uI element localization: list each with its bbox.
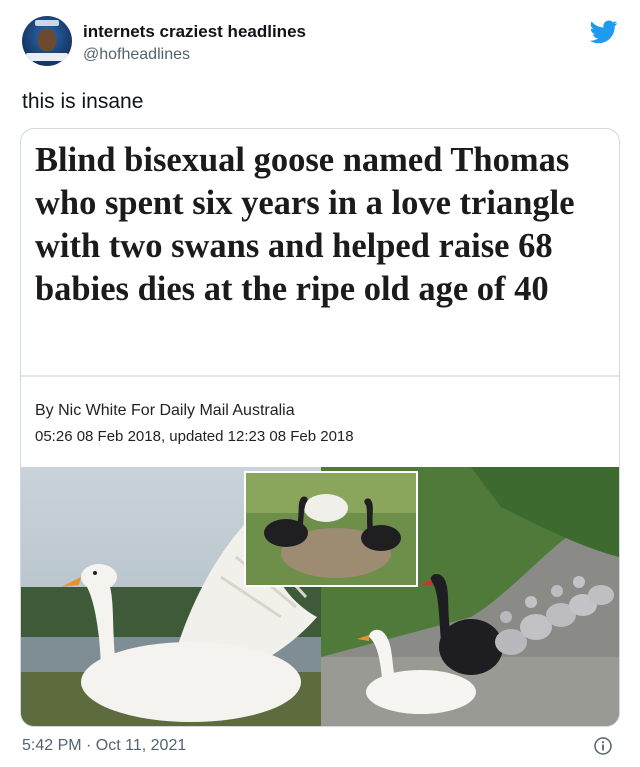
article-dateline: 05:26 08 Feb 2018, updated 12:23 08 Feb …	[35, 428, 354, 445]
article-headline: Blind bisexual goose named Thomas who sp…	[35, 141, 575, 308]
article-byline: By Nic White For Daily Mail Australia	[35, 402, 295, 419]
article-photos	[21, 467, 619, 726]
nest-photo	[244, 471, 418, 587]
news-screenshot-card[interactable]: Blind bisexual goose named Thomas who sp…	[20, 128, 620, 727]
avatar[interactable]	[22, 16, 72, 66]
avatar-banner-bottom	[26, 53, 68, 61]
tweet-timestamp[interactable]: 5:42 PM · Oct 11, 2021	[22, 737, 186, 755]
user-handle[interactable]: @hofheadlines	[83, 46, 190, 64]
card-divider	[21, 375, 619, 377]
twitter-bird-icon[interactable]	[590, 20, 618, 44]
avatar-banner-top	[35, 20, 59, 26]
avatar-face	[38, 29, 56, 51]
display-name[interactable]: internets craziest headlines	[83, 22, 306, 42]
info-icon[interactable]	[594, 737, 612, 755]
tweet-text: this is insane	[22, 90, 144, 113]
tweet: internets craziest headlines @hofheadlin…	[0, 0, 640, 767]
